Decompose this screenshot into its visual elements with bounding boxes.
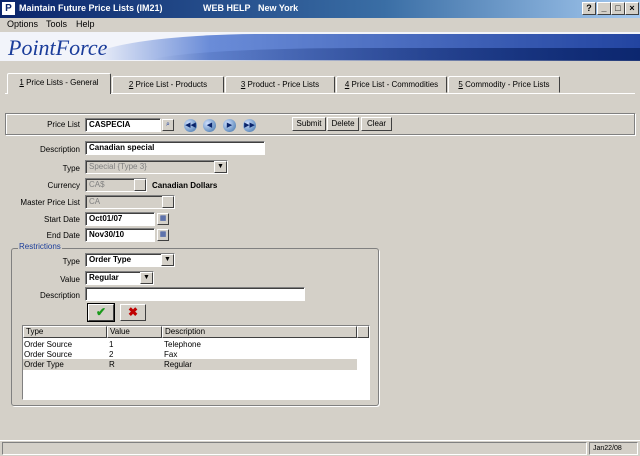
currency-label: Currency [47, 181, 80, 190]
tab-label: Price List - Commodities [349, 80, 439, 89]
restrictions-legend: Restrictions [18, 242, 62, 251]
description-input[interactable]: Canadian special [85, 141, 265, 155]
previous-record-icon[interactable]: ◀ [203, 119, 216, 132]
next-record-icon[interactable]: ▶ [223, 119, 236, 132]
cell-description: Regular [164, 360, 193, 369]
city-label: New York [258, 3, 299, 13]
tab-label: Price Lists - General [23, 78, 99, 87]
web-help-link[interactable]: WEB HELP [203, 3, 251, 13]
status-date: Jan22/08 [589, 442, 638, 455]
price-list-label: Price List [47, 120, 80, 129]
restriction-description-input[interactable] [85, 287, 305, 301]
delete-button[interactable]: Delete [327, 117, 359, 131]
end-date-label: End Date [46, 231, 80, 240]
status-message-pane [2, 442, 587, 455]
window-title: Maintain Future Price Lists (IM21) [19, 3, 163, 13]
start-date-label: Start Date [43, 215, 80, 224]
tab-label: Product - Price Lists [245, 80, 320, 89]
magnifier-icon[interactable]: ⌕ [162, 119, 174, 131]
restriction-description-label: Description [39, 291, 80, 300]
minimize-button[interactable]: _ [597, 2, 611, 15]
tab-price-list-products[interactable]: 2 Price List - Products [112, 76, 224, 93]
tab-label: Price List - Products [133, 80, 208, 89]
restrictions-list[interactable]: Type Value Description Order Source 1 Te… [22, 325, 370, 400]
pointforce-logo: PointForce [8, 35, 108, 60]
menu-options[interactable]: Options [7, 19, 38, 29]
tab-label: Commodity - Price Lists [462, 80, 550, 89]
restriction-type-label: Type [62, 257, 80, 266]
last-record-icon[interactable]: ▶▶ [243, 119, 256, 132]
menu-help[interactable]: Help [76, 19, 95, 29]
type-label: Type [62, 164, 80, 173]
master-price-list-label: Master Price List [20, 198, 80, 207]
chevron-down-icon[interactable]: ▼ [161, 254, 174, 266]
cell-value: R [109, 360, 115, 369]
tab-price-list-commodities[interactable]: 4 Price List - Commodities [336, 76, 447, 93]
menu-bar: Options Tools Help [0, 18, 640, 32]
description-label: Description [39, 145, 80, 154]
table-row[interactable]: Order Type R Regular [23, 359, 357, 370]
price-list-input[interactable]: CASPECIA [85, 118, 161, 132]
app-icon: P [2, 2, 15, 15]
end-date-input[interactable]: Nov30/10 [85, 228, 155, 242]
chevron-down-icon[interactable]: ▼ [140, 272, 153, 284]
x-icon[interactable]: ✖ [120, 304, 146, 321]
title-bar: P Maintain Future Price Lists (IM21) WEB… [0, 0, 640, 18]
help-button[interactable]: ? [582, 2, 596, 15]
close-button[interactable]: × [625, 2, 639, 15]
column-header-value[interactable]: Value [107, 326, 162, 338]
cell-type: Order Type [24, 360, 64, 369]
type-select[interactable]: Special {Type 3} [85, 160, 228, 174]
chevron-down-icon[interactable]: ▼ [214, 161, 227, 173]
menu-tools[interactable]: Tools [46, 19, 67, 29]
calendar-icon[interactable]: ▦ [157, 213, 169, 225]
first-record-icon[interactable]: ◀◀ [184, 119, 197, 132]
calendar-icon[interactable]: ▦ [157, 229, 169, 241]
scrollbar-corner [357, 326, 369, 338]
tab-product-price-lists[interactable]: 3 Product - Price Lists [225, 76, 335, 93]
column-header-type[interactable]: Type [23, 326, 107, 338]
clear-button[interactable]: Clear [361, 117, 392, 131]
maximize-button[interactable]: □ [611, 2, 625, 15]
master-lookup-icon[interactable] [162, 196, 174, 208]
banner: PointForce [0, 32, 640, 61]
tab-price-lists-general[interactable]: 1 Price Lists - General [7, 73, 111, 94]
tab-commodity-price-lists[interactable]: 5 Commodity - Price Lists [448, 76, 560, 93]
currency-lookup-icon[interactable] [134, 179, 146, 191]
submit-button[interactable]: Submit [292, 117, 326, 131]
restriction-value-label: Value [60, 275, 80, 284]
column-header-description[interactable]: Description [162, 326, 357, 338]
currency-name: Canadian Dollars [152, 181, 218, 190]
checkmark-icon[interactable]: ✔ [87, 303, 115, 322]
start-date-input[interactable]: Oct01/07 [85, 212, 155, 226]
